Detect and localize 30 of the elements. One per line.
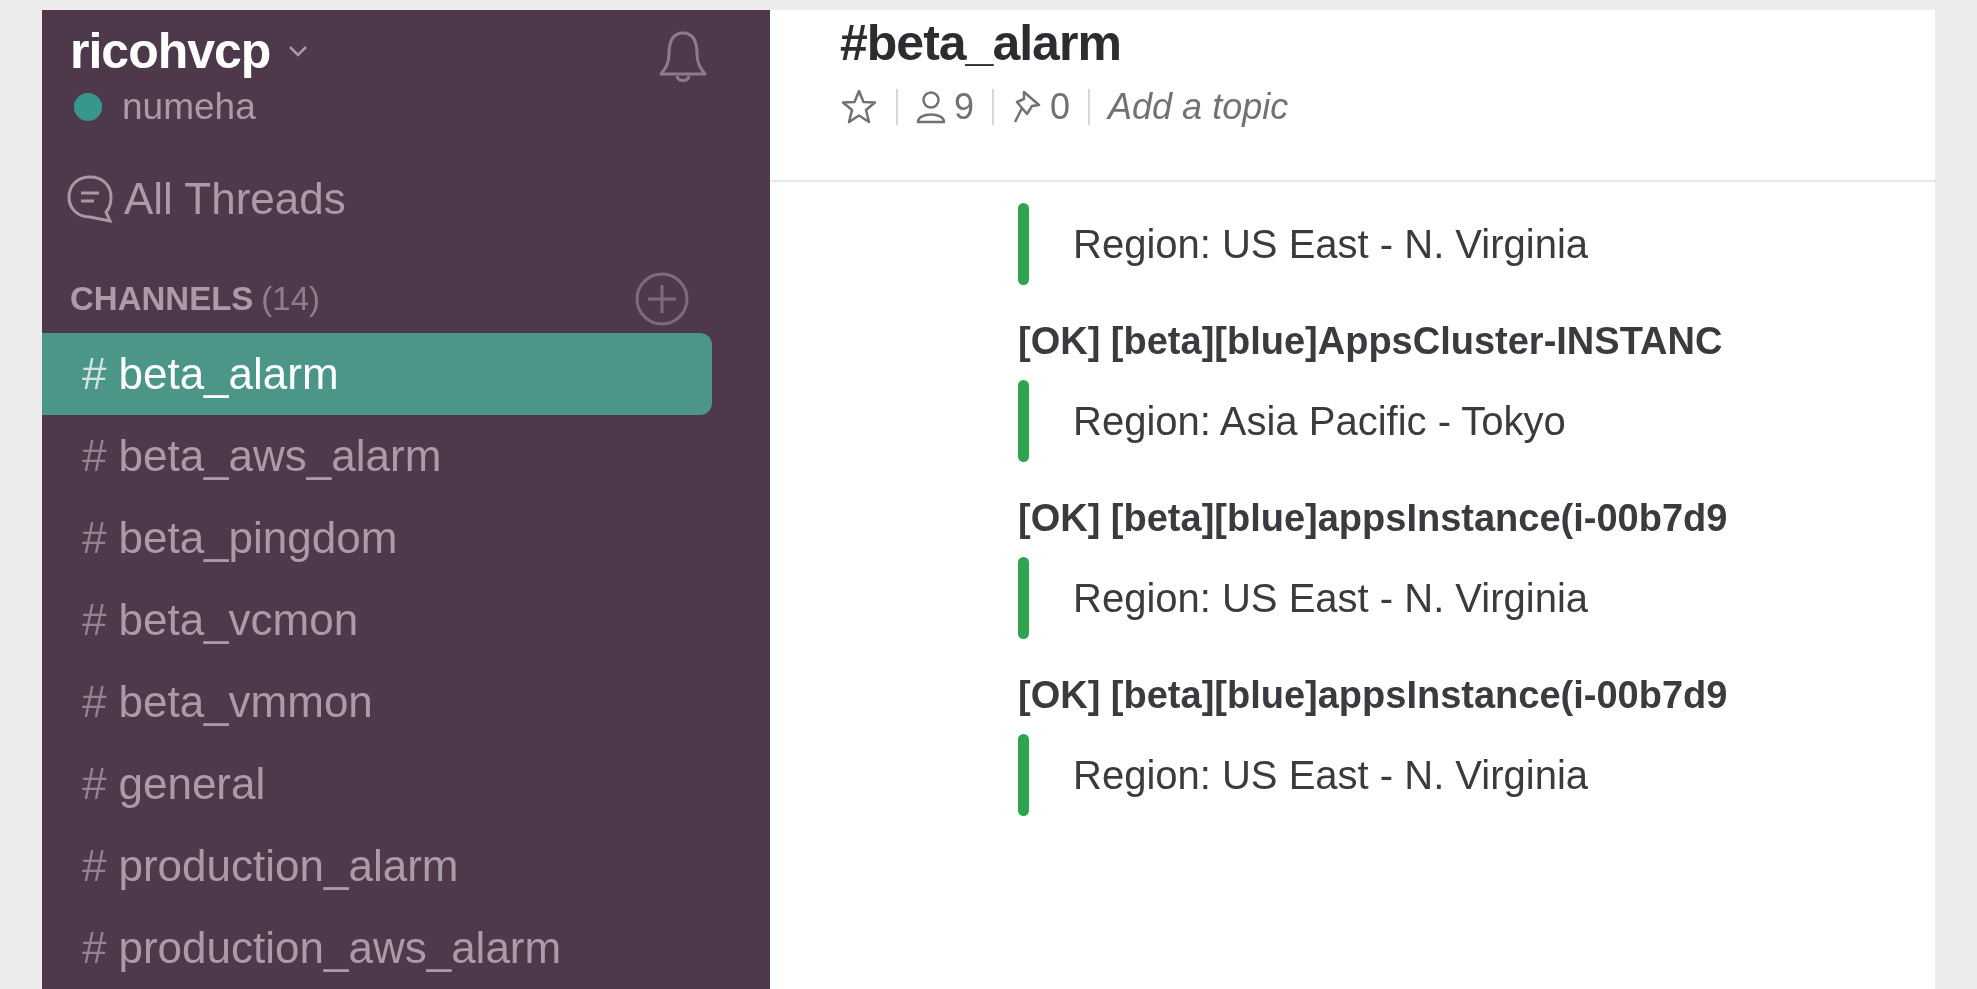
pin-icon	[1012, 89, 1043, 125]
channel-item[interactable]: # beta_aws_alarm	[42, 415, 712, 497]
alert-title: [OK] [beta][blue]appsInstance(i-00b7d9	[1018, 497, 1729, 540]
star-icon[interactable]	[840, 88, 878, 126]
user-name: numeha	[122, 85, 256, 128]
workspace-name[interactable]: ricohvcp	[70, 21, 271, 80]
channel-count: (14)	[261, 280, 321, 319]
channel-title: #beta_alarm	[840, 14, 1122, 72]
channel-item[interactable]: # production_aws_alarm	[42, 907, 712, 989]
add-channel-icon[interactable]	[634, 271, 690, 328]
pinned-count[interactable]: 0	[1012, 86, 1071, 128]
channel-item[interactable]: # production_alarm	[42, 825, 712, 907]
chevron-icon[interactable]	[288, 44, 309, 57]
attachment-text: Region: Asia Pacific - Tokyo	[1073, 398, 1566, 444]
attachment-text: Region: US East - N. Virginia	[1073, 221, 1589, 267]
channel-item[interactable]: # beta_vcmon	[42, 579, 712, 661]
topic-link[interactable]: Add a topic	[1108, 86, 1289, 128]
alert-title: [OK] [beta][blue]appsInstance(i-00b7d9	[1018, 674, 1729, 717]
channels-heading[interactable]: CHANNELS	[70, 280, 254, 319]
threads-icon	[66, 174, 114, 225]
member-count[interactable]: 9	[916, 86, 975, 128]
person-icon	[916, 90, 946, 124]
attachment-text: Region: US East - N. Virginia	[1073, 752, 1589, 798]
channel-item[interactable]: # beta_vmmon	[42, 661, 712, 743]
all-threads-link[interactable]: All Threads	[42, 169, 770, 230]
channel-item[interactable]: # beta_pingdom	[42, 497, 712, 579]
attachment-text: Region: US East - N. Virginia	[1073, 575, 1589, 621]
channel-item[interactable]: # general	[42, 743, 712, 825]
channel-item[interactable]: # beta_alarm	[42, 333, 712, 415]
alert-title: [OK] [beta][blue]AppsCluster-INSTANC	[1018, 320, 1724, 363]
